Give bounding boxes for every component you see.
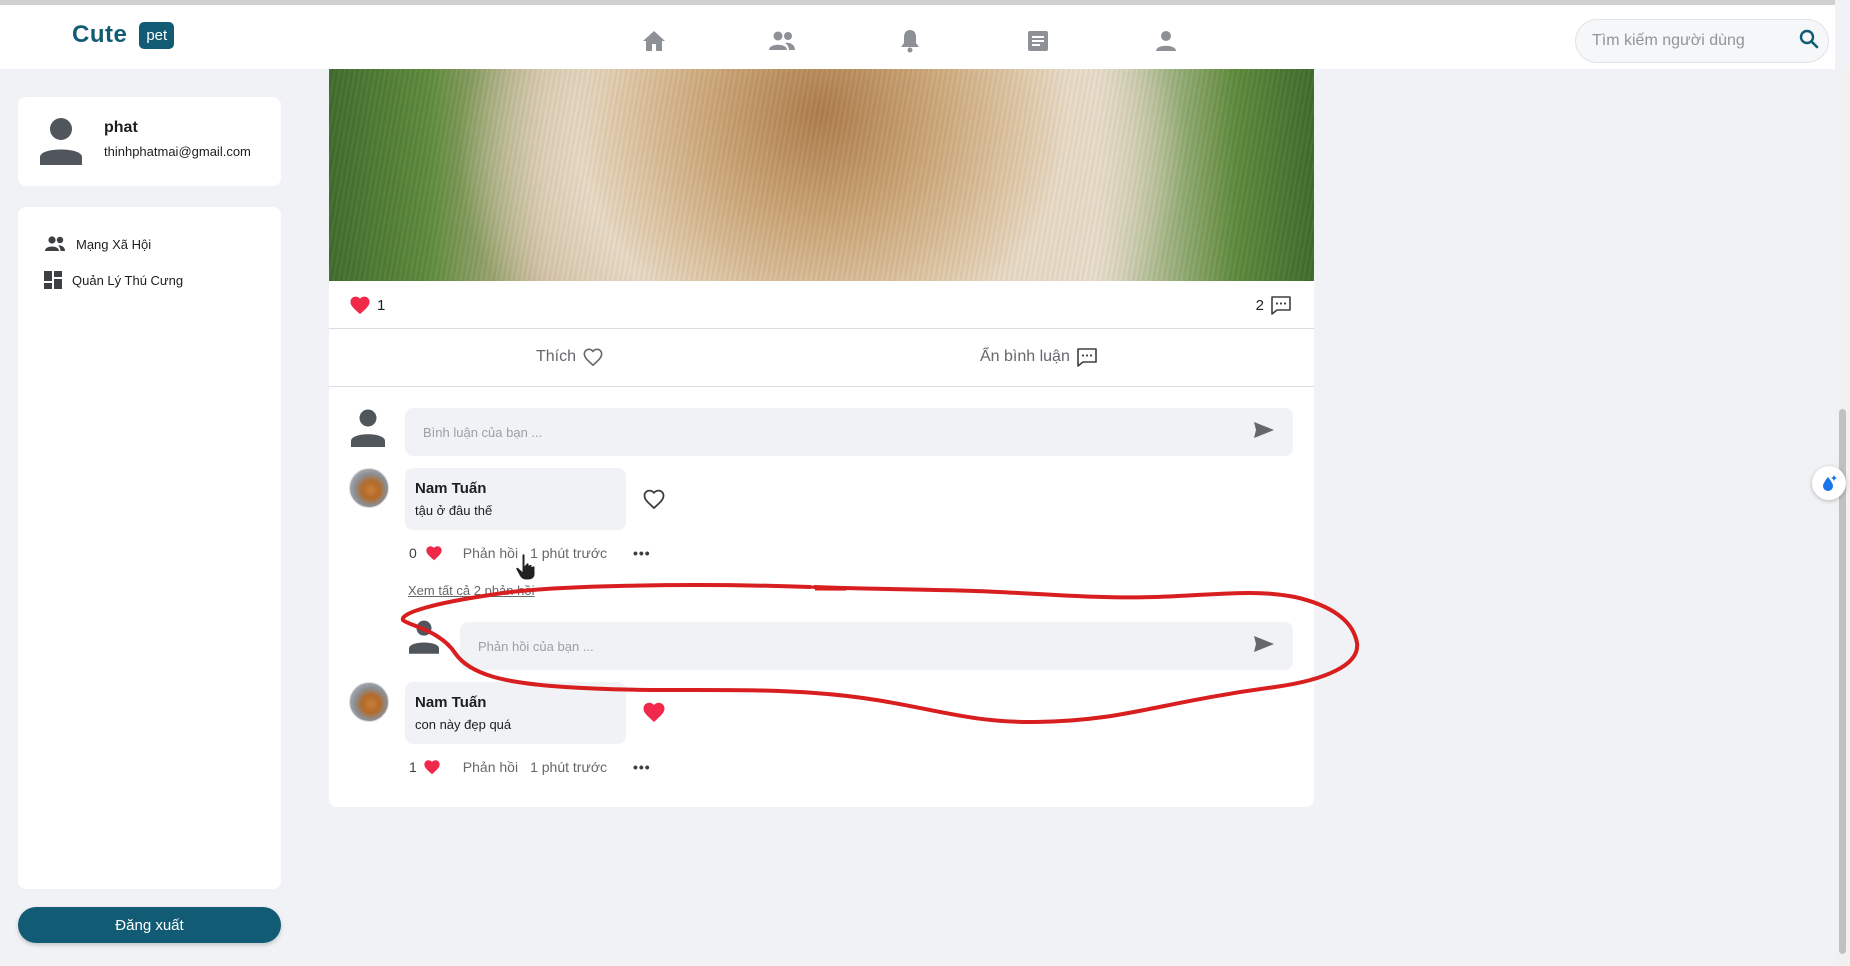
brand-name: Cute bbox=[72, 21, 128, 48]
comment-like-count: 0 bbox=[409, 545, 417, 561]
comment-input-box bbox=[405, 408, 1293, 456]
people-icon bbox=[45, 236, 65, 251]
post-stats: 1 2 bbox=[329, 281, 1314, 329]
search-input[interactable] bbox=[1592, 32, 1799, 50]
friends-icon[interactable] bbox=[718, 23, 846, 59]
like-label: Thích bbox=[536, 348, 577, 365]
comment-summary[interactable]: 2 bbox=[1256, 295, 1292, 315]
comment-count: 2 bbox=[1255, 296, 1264, 314]
comment-text: tậu ở đâu thế bbox=[415, 503, 493, 518]
comment-text: con này đẹp quá bbox=[415, 717, 512, 732]
document-icon[interactable] bbox=[974, 23, 1102, 59]
comment-bubble: Nam Tuấn tậu ở đâu thế bbox=[405, 468, 626, 530]
brand-logo[interactable]: Cute pet bbox=[72, 21, 175, 49]
like-button[interactable]: Thích bbox=[536, 347, 604, 367]
comment-time: 1 phút trước bbox=[530, 759, 607, 775]
commenter-avatar[interactable] bbox=[349, 468, 389, 508]
bell-icon[interactable] bbox=[846, 23, 974, 59]
heart-icon bbox=[350, 296, 370, 315]
post-actions: Thích Ẩn bình luận bbox=[329, 329, 1314, 387]
more-options-icon[interactable]: ••• bbox=[633, 759, 651, 775]
heart-icon bbox=[424, 760, 440, 775]
comment-bubble: Nam Tuấn con này đẹp quá bbox=[405, 682, 626, 744]
sidebar-menu: Mạng Xã Hội Quản Lý Thú Cưng bbox=[18, 207, 281, 889]
toggle-comments-button[interactable]: Ẩn bình luận bbox=[980, 347, 1098, 367]
like-count: 1 bbox=[377, 296, 386, 314]
like-summary[interactable]: 1 bbox=[349, 295, 385, 315]
current-user-avatar bbox=[351, 409, 385, 452]
brand-tag: pet bbox=[139, 21, 175, 49]
reply-input[interactable] bbox=[478, 638, 1253, 654]
heart-icon bbox=[643, 702, 665, 722]
post-image[interactable] bbox=[329, 69, 1314, 281]
profile-email: thinhphatmai@gmail.com bbox=[104, 144, 251, 159]
comment-time: 1 phút trước bbox=[530, 545, 607, 561]
avatar bbox=[40, 117, 82, 170]
profile-name: phat bbox=[104, 119, 138, 136]
send-icon[interactable] bbox=[1253, 421, 1275, 444]
reply-input-box bbox=[460, 622, 1293, 670]
page-scrollbar[interactable] bbox=[1835, 69, 1850, 966]
user-icon[interactable] bbox=[1102, 23, 1230, 59]
comment-like-count: 1 bbox=[409, 759, 417, 775]
more-options-icon[interactable]: ••• bbox=[633, 545, 651, 561]
dashboard-icon bbox=[44, 271, 62, 289]
reply-user-avatar bbox=[409, 620, 439, 659]
heart-outline-icon bbox=[643, 489, 665, 510]
main-nav bbox=[590, 23, 1230, 59]
profile-card[interactable]: phat thinhphatmai@gmail.com bbox=[18, 97, 281, 186]
toggle-comments-label: Ẩn bình luận bbox=[980, 348, 1070, 365]
hand-cursor-icon bbox=[515, 553, 537, 586]
commenter-avatar[interactable] bbox=[349, 682, 389, 722]
comment-icon bbox=[1271, 296, 1291, 315]
comment-author[interactable]: Nam Tuấn bbox=[415, 480, 486, 497]
heart-outline-icon bbox=[583, 348, 603, 367]
reply-button[interactable]: Phản hồi bbox=[463, 545, 518, 561]
home-icon[interactable] bbox=[590, 23, 718, 59]
extension-drop-icon[interactable] bbox=[1812, 466, 1846, 500]
user-search bbox=[1575, 19, 1829, 63]
logout-button[interactable]: Đăng xuất bbox=[18, 907, 281, 943]
comment-input[interactable] bbox=[423, 424, 1253, 440]
comment-icon bbox=[1077, 348, 1097, 367]
top-navbar: Cute pet bbox=[0, 0, 1835, 69]
reply-button[interactable]: Phản hồi bbox=[463, 759, 518, 775]
post-card: 1 2 Thích Ẩn bình luận Nam Tuấn tậu ở đâ… bbox=[329, 69, 1314, 807]
heart-icon bbox=[426, 546, 442, 561]
sidebar-item-label: Mạng Xã Hội bbox=[76, 236, 152, 252]
send-icon[interactable] bbox=[1253, 635, 1275, 658]
sidebar-item-pet-management[interactable]: Quản Lý Thú Cưng bbox=[44, 271, 183, 289]
comment-meta: 1 Phản hồi 1 phút trước ••• bbox=[409, 759, 651, 775]
comment-author[interactable]: Nam Tuấn bbox=[415, 694, 486, 711]
comment-like-button[interactable] bbox=[642, 701, 666, 728]
search-icon[interactable] bbox=[1799, 29, 1819, 54]
comment-like-button[interactable] bbox=[642, 488, 666, 515]
sidebar-item-label: Quản Lý Thú Cưng bbox=[72, 272, 184, 288]
sidebar-item-social[interactable]: Mạng Xã Hội bbox=[44, 236, 151, 252]
